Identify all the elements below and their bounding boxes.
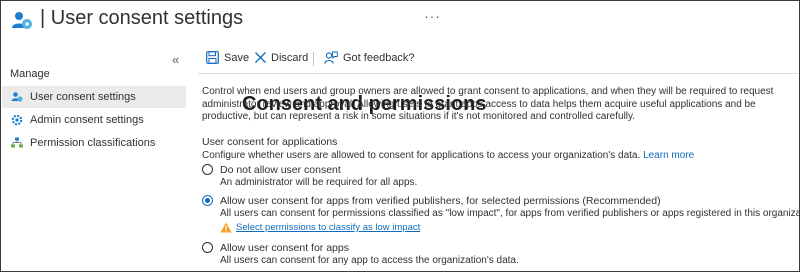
gear-icon bbox=[11, 114, 23, 126]
option-do-not-allow[interactable]: Do not allow user consent An administrat… bbox=[202, 164, 792, 190]
save-label: Save bbox=[224, 52, 250, 64]
page-title: Consent and permissions | User consent s… bbox=[40, 6, 487, 115]
hierarchy-icon bbox=[11, 137, 23, 149]
feedback-button[interactable]: Got feedback? bbox=[324, 50, 415, 66]
close-icon bbox=[255, 52, 266, 63]
collapse-sidebar-icon[interactable]: « bbox=[172, 52, 179, 67]
option-description: All users can consent for any app to acc… bbox=[220, 255, 519, 266]
toolbar-divider bbox=[313, 52, 314, 66]
command-bar: Save Discard Got feedback? bbox=[198, 46, 798, 70]
discard-button[interactable]: Discard bbox=[254, 50, 309, 66]
sidebar-item-permission-classifications[interactable]: Permission classifications bbox=[2, 132, 186, 154]
option-label: Allow user consent for apps from verifie… bbox=[220, 195, 661, 207]
sidebar-item-label: User consent settings bbox=[30, 91, 136, 103]
sidebar-item-admin-consent-settings[interactable]: Admin consent settings bbox=[2, 109, 186, 131]
discard-label: Discard bbox=[271, 52, 309, 64]
radio-allow-all-apps[interactable] bbox=[202, 242, 213, 253]
sidebar-item-user-consent-settings[interactable]: User consent settings bbox=[2, 86, 186, 108]
save-icon bbox=[206, 51, 219, 64]
sidebar-item-label: Permission classifications bbox=[30, 137, 156, 149]
option-label: Do not allow user consent bbox=[220, 164, 341, 176]
section-description: Configure whether users are allowed to c… bbox=[202, 150, 694, 161]
option-verified-publishers[interactable]: Allow user consent for apps from verifie… bbox=[202, 195, 800, 239]
more-options-icon[interactable]: ··· bbox=[424, 8, 441, 24]
warning-icon bbox=[220, 222, 232, 233]
section-title: User consent for applications bbox=[202, 136, 338, 148]
radio-do-not-allow[interactable] bbox=[202, 164, 213, 175]
classify-permissions-link[interactable]: Select permissions to classify as low im… bbox=[236, 222, 420, 233]
feedback-label: Got feedback? bbox=[343, 52, 415, 64]
user-consent-icon bbox=[11, 91, 23, 103]
page-header: Consent and permissions | User consent s… bbox=[0, 0, 800, 115]
save-button[interactable]: Save bbox=[206, 50, 250, 66]
sidebar: « Manage User consent settings Admin con… bbox=[0, 48, 187, 270]
option-label: Allow user consent for apps bbox=[220, 242, 349, 254]
consent-permissions-icon bbox=[10, 9, 34, 33]
sidebar-item-label: Admin consent settings bbox=[30, 114, 144, 126]
option-description: All users can consent for permissions cl… bbox=[220, 208, 800, 219]
toolbar-separator bbox=[198, 73, 798, 74]
learn-more-link[interactable]: Learn more bbox=[643, 150, 694, 161]
option-allow-all-apps[interactable]: Allow user consent for apps All users ca… bbox=[202, 242, 792, 268]
page-description: Control when end users and group owners … bbox=[202, 86, 774, 122]
feedback-icon bbox=[324, 51, 338, 64]
section-description-text: Configure whether users are allowed to c… bbox=[202, 150, 641, 161]
sidebar-heading: Manage bbox=[10, 68, 50, 80]
radio-verified-publishers[interactable] bbox=[202, 195, 213, 206]
page-title-sub: User consent settings bbox=[50, 7, 244, 29]
main-content: Control when end users and group owners … bbox=[202, 86, 800, 266]
page-title-separator: | bbox=[40, 7, 51, 29]
option-description: An administrator will be required for al… bbox=[220, 177, 418, 188]
